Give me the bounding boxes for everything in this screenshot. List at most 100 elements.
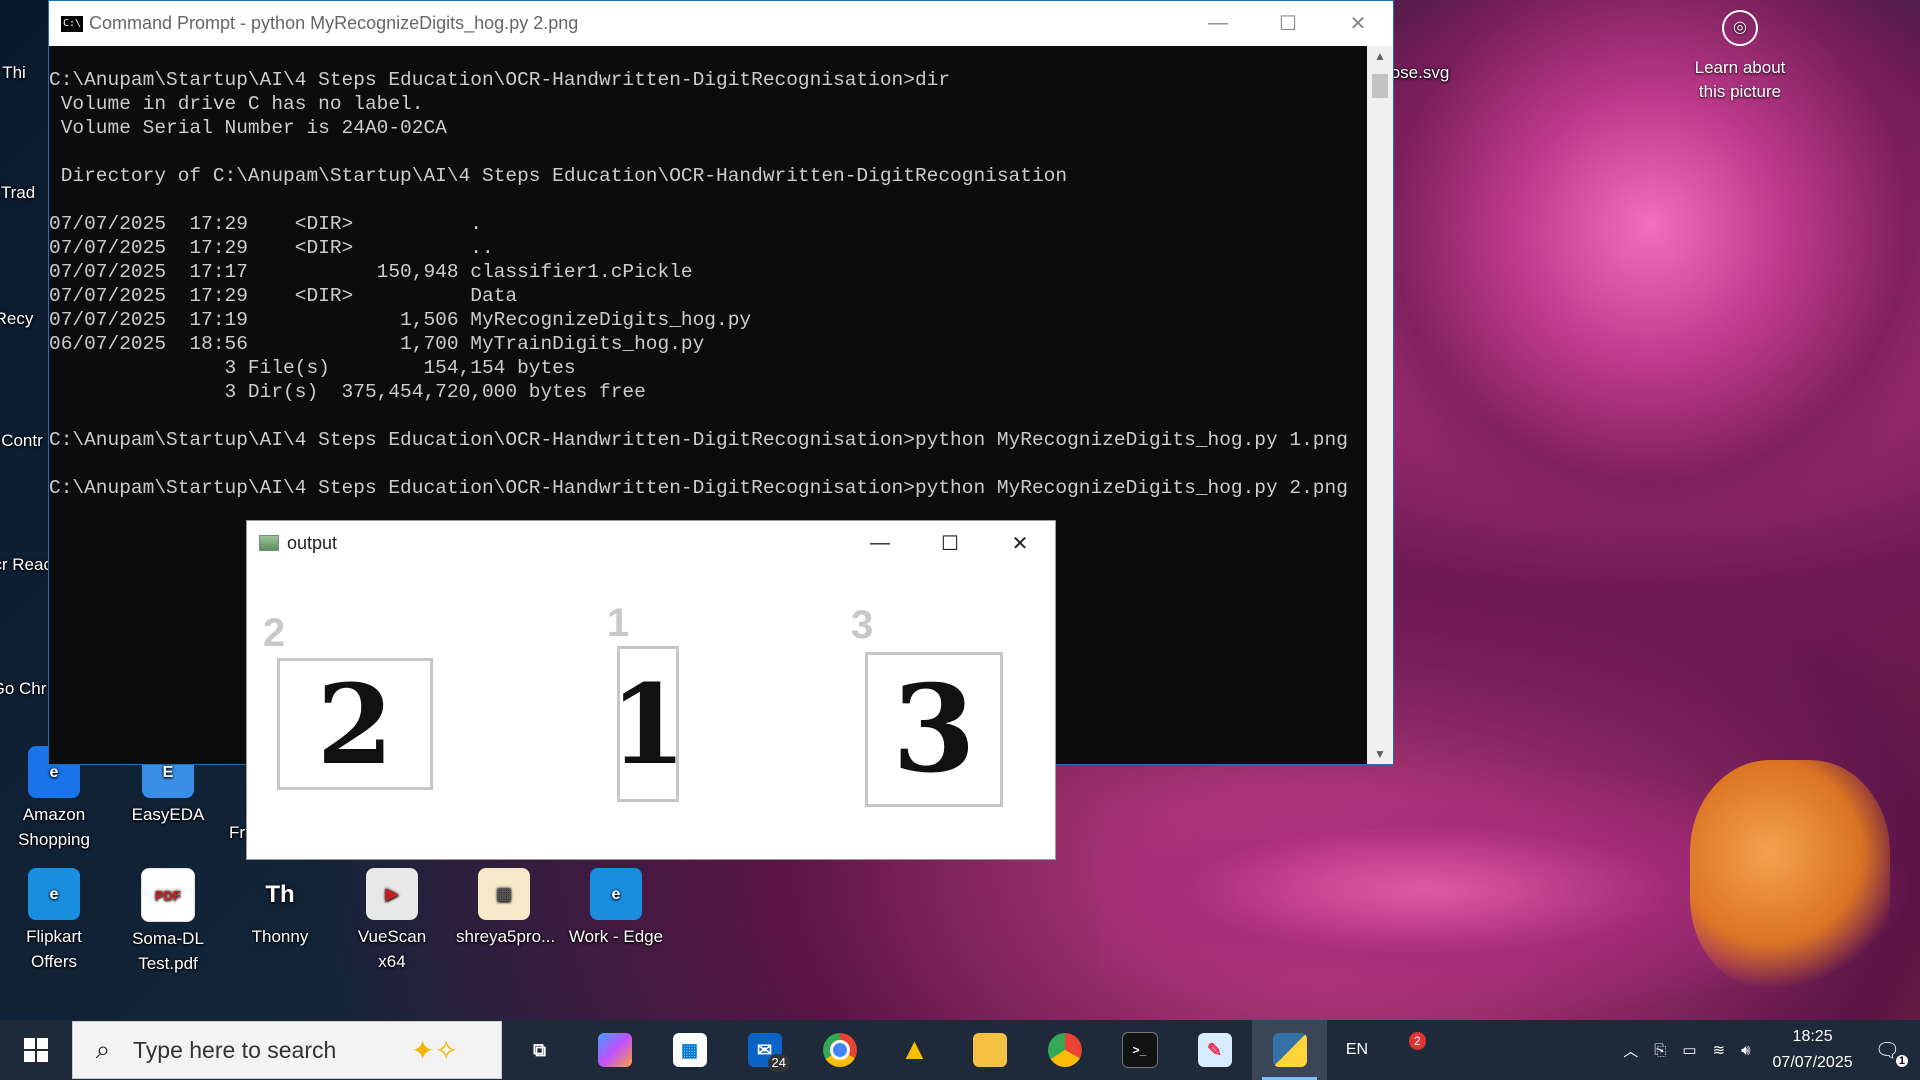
thonny-icon: Th [265,880,295,908]
desktop-icon-google-chrome[interactable]: Go Chr [0,676,54,701]
predicted-label-3: 3 [851,603,874,647]
drive-icon: ▲ [899,1033,930,1066]
output-title: output [287,532,338,553]
desktop-icon-acrobat-reader[interactable]: Acr Reac [0,552,52,577]
close-button[interactable]: ✕ [985,521,1055,566]
cmd-scrollbar[interactable]: ▲ ▼ [1367,46,1393,764]
taskbar-chrome-profile[interactable] [1027,1020,1102,1080]
chrome-icon [822,1033,857,1067]
output-window[interactable]: output — ☐ ✕ 2 2 1 1 3 3 [246,520,1056,860]
console-line: C:\Anupam\Startup\AI\4 Steps Education\O… [49,69,951,91]
edge-icon: e [590,868,642,920]
console-line: 3 File(s) 154,154 bytes [49,357,576,379]
cmd-title: Command Prompt - python MyRecognizeDigit… [89,13,579,33]
language-indicator[interactable]: EN [1327,1041,1387,1059]
digit-box-2: 1 [610,646,686,802]
taskbar-search-box[interactable]: ⌕ Type here to search ✦✧ [72,1021,502,1079]
scroll-up-arrow-icon[interactable]: ▲ [1367,46,1393,66]
output-titlebar[interactable]: output — ☐ ✕ [247,521,1055,565]
learn-about-picture[interactable]: ◎ Learn about this picture [1680,10,1800,104]
search-placeholder: Type here to search [133,1036,337,1063]
minimize-button[interactable]: — [845,521,915,566]
taskbar-store[interactable]: ▦ [652,1020,727,1080]
start-button[interactable] [0,1020,72,1080]
predicted-label-1: 2 [263,611,286,655]
console-line: Directory of C:\Anupam\Startup\AI\4 Step… [49,165,1068,187]
clock-time: 18:25 [1792,1028,1833,1045]
desktop-icon-work-edge[interactable]: e Work - Edge [568,868,664,949]
output-app-icon [259,535,279,551]
notification-badge: 2 [1409,1032,1426,1050]
console-line: 07/07/2025 17:29 <DIR> Data [49,285,518,307]
copilot-sparkle-icon[interactable]: ✦✧ [411,1034,501,1067]
edge-icon: e [28,868,80,920]
search-icon: ⌕ [95,1034,111,1064]
taskbar-cmd[interactable]: >_ [1102,1020,1177,1080]
action-center-icon[interactable]: 🗨︎ 1 [1875,1038,1908,1067]
desktop-icon-shreya[interactable]: ▦ shreya5pro... [456,868,555,949]
close-button[interactable]: ✕ [1323,1,1393,46]
taskbar-copilot[interactable] [577,1020,652,1080]
minimize-button[interactable]: — [1183,1,1253,46]
folder-icon [972,1033,1007,1067]
vuescan-icon: ▶ [366,868,418,920]
python-icon [1272,1033,1307,1067]
maximize-button[interactable]: ☐ [915,521,985,566]
cmd-titlebar[interactable]: C:\ Command Prompt - python MyRecognizeD… [49,1,1393,46]
task-view-icon: ⧉ [533,1039,546,1060]
system-tray: ︿ ⎘ ▭ ≋ 🔊︎ 18:25 07/07/2025 🗨︎ 1 [1615,1020,1920,1080]
console-line: Volume Serial Number is 24A0-02CA [49,117,447,139]
digit-box-3: 3 [865,652,1003,807]
scroll-thumb[interactable] [1372,74,1388,98]
volume-icon[interactable]: 🔊︎ [1741,1042,1750,1059]
battery-icon[interactable]: ▭ [1682,1041,1696,1059]
image-icon: ▦ [478,868,530,920]
console-line: 07/07/2025 17:19 1,506 MyRecognizeDigits… [49,309,752,331]
meet-now-icon[interactable]: ⎘ [1654,1042,1666,1059]
taskbar-mail[interactable]: ✉ 24 [727,1020,802,1080]
console-line: Volume in drive C has no label. [49,93,424,115]
desktop-icon-flipkart[interactable]: e Flipkart Offers [6,868,102,974]
action-center-badge: 1 [1895,1054,1908,1067]
console-line: 07/07/2025 17:29 <DIR> .. [49,237,494,259]
taskbar-chrome[interactable] [802,1020,877,1080]
console-line: 3 Dir(s) 375,454,720,000 bytes free [49,381,646,403]
chrome-icon [1047,1033,1082,1067]
pdf-icon: PDF [141,868,195,922]
scroll-down-arrow-icon[interactable]: ▼ [1367,744,1393,764]
palette-icon: ✎ [1197,1033,1232,1067]
terminal-icon: >_ [1121,1032,1158,1068]
taskbar-python[interactable] [1252,1020,1327,1080]
task-view-button[interactable]: ⧉ [502,1020,577,1080]
taskbar-file-explorer[interactable] [952,1020,1027,1080]
copilot-icon [597,1033,632,1067]
console-line: 07/07/2025 17:17 150,948 classifier1.cPi… [49,261,693,283]
taskbar-paint[interactable]: ✎ [1177,1020,1252,1080]
predicted-label-2: 1 [607,601,630,645]
wallpaper-sponge [1690,760,1890,990]
digit-box-1: 2 [277,658,433,790]
maximize-button[interactable]: ☐ [1253,1,1323,46]
mail-badge: 24 [767,1054,790,1072]
store-icon: ▦ [672,1033,707,1067]
cmd-app-icon: C:\ [61,15,83,32]
desktop-icon-soma-pdf[interactable]: PDF Soma-DL Test.pdf [120,868,216,976]
console-line: C:\Anupam\Startup\AI\4 Steps Education\O… [49,429,1348,451]
console-line: C:\Anupam\Startup\AI\4 Steps Education\O… [49,477,1348,499]
console-line: 07/07/2025 17:29 <DIR> . [49,213,482,235]
console-line: 06/07/2025 18:56 1,700 MyTrainDigits_hog… [49,333,705,355]
wifi-icon[interactable]: ≋ [1713,1041,1726,1059]
camera-icon: ◎ [1722,10,1758,46]
desktop-icon-vuescan[interactable]: ▶ VueScan x64 [344,868,440,974]
taskbar-google-drive[interactable]: ▲ [877,1020,952,1080]
windows-logo-icon [24,1038,48,1062]
taskbar: ⌕ Type here to search ✦✧ ⧉ ▦ ✉ 24 ▲ >_ ✎ … [0,1020,1920,1080]
chevron-up-icon[interactable]: ︿ [1623,1040,1638,1061]
desktop-icon-thonny[interactable]: Th Thonny [232,868,328,949]
notification-indicator[interactable]: 2 [1387,1020,1467,1080]
clock[interactable]: 18:25 07/07/2025 [1773,1024,1853,1076]
clock-date: 07/07/2025 [1772,1054,1853,1071]
